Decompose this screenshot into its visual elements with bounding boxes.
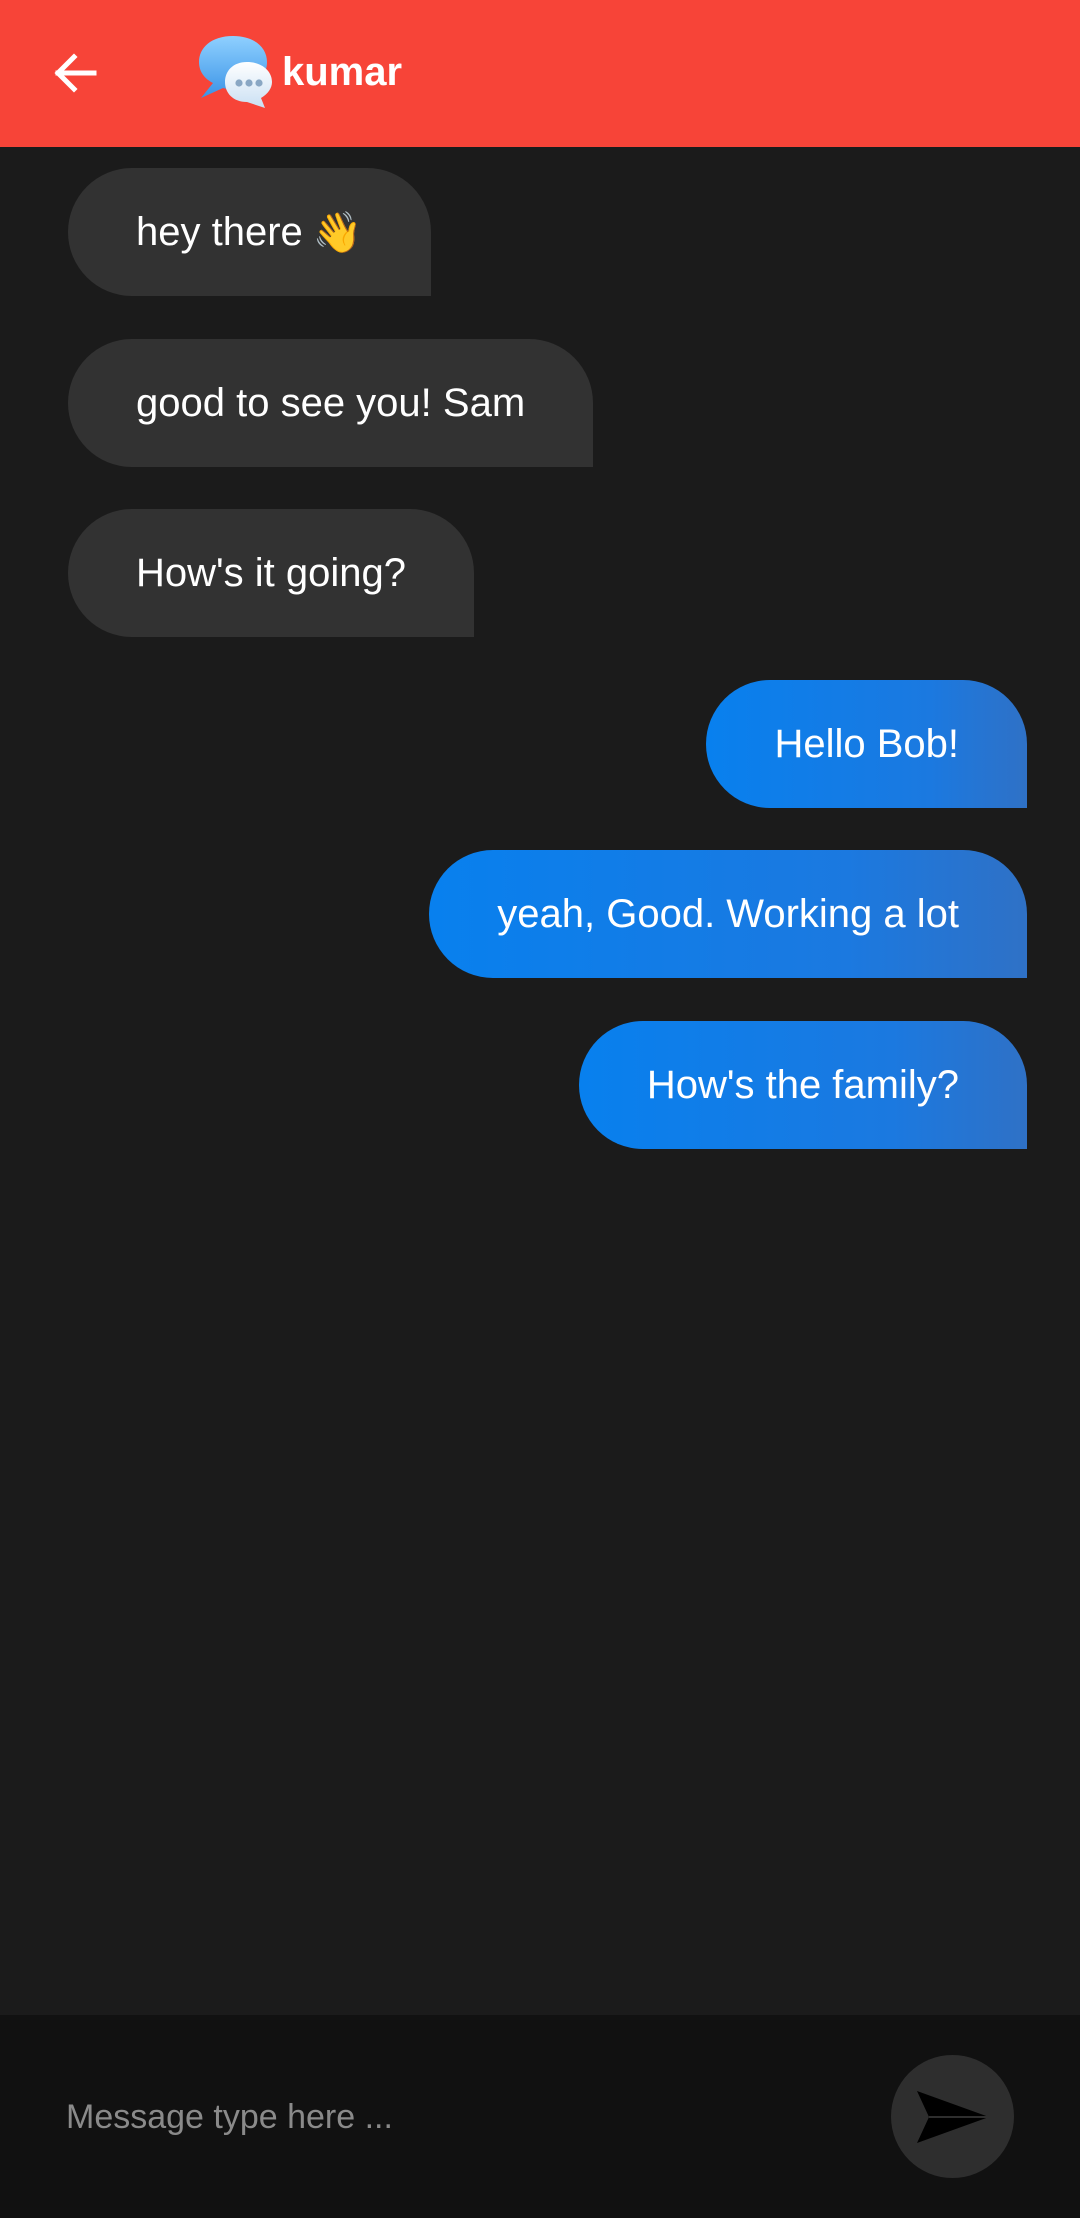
waving-hand-emoji: 👋: [312, 210, 363, 255]
arrow-left-icon: [54, 53, 97, 93]
app-header: kumar: [0, 0, 1080, 147]
outgoing-message: yeah, Good. Working a lot: [429, 850, 1027, 978]
chat-screen: kumar hey there 👋 good to see you! Sam H…: [0, 0, 1080, 2218]
message-text: hey there: [136, 209, 303, 254]
back-button[interactable]: [40, 38, 110, 108]
message-text: How's the family?: [646, 1062, 959, 1107]
message-text: Hello Bob!: [774, 721, 959, 766]
message-text: How's it going?: [136, 550, 406, 595]
send-button[interactable]: [891, 2055, 1014, 2178]
incoming-message: How's it going?: [68, 509, 474, 637]
send-icon: [916, 2090, 989, 2143]
incoming-message: good to see you! Sam: [68, 339, 594, 467]
message-list[interactable]: hey there 👋 good to see you! Sam How's i…: [0, 147, 1080, 2015]
chat-title: kumar: [282, 50, 403, 94]
outgoing-message: How's the family?: [578, 1021, 1027, 1149]
outgoing-message: Hello Bob!: [706, 680, 1027, 808]
chat-bubbles-icon: [199, 36, 272, 108]
message-text: yeah, Good. Working a lot: [497, 891, 959, 936]
message-input[interactable]: [40, 2075, 840, 2159]
message-text: good to see you! Sam: [136, 380, 526, 425]
incoming-message: hey there 👋: [68, 168, 431, 296]
